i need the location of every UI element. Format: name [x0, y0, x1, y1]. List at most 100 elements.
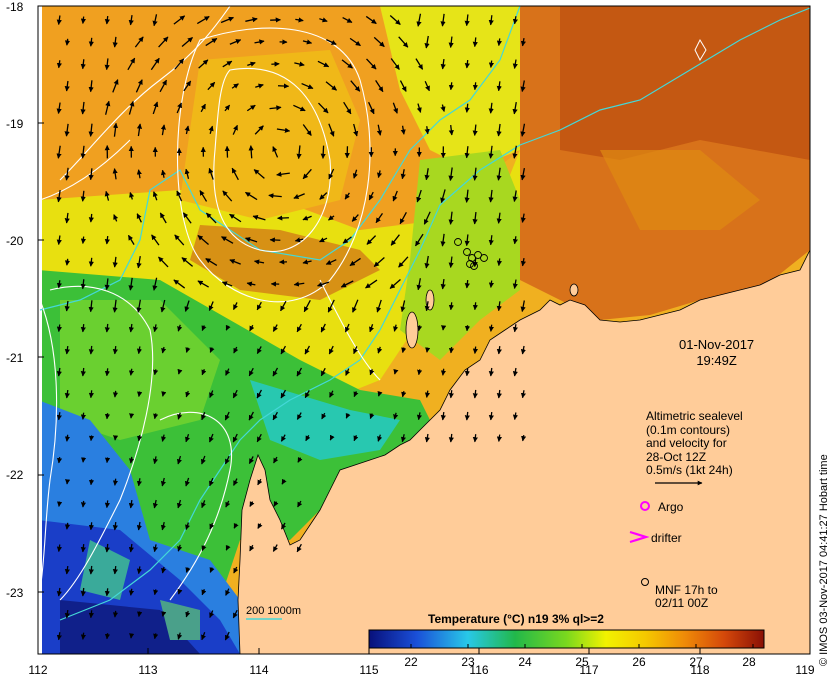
- velocity-arrow: [88, 610, 94, 619]
- velocity-arrow: [472, 346, 478, 354]
- velocity-arrow: [80, 587, 86, 597]
- velocity-arrow: [464, 59, 470, 69]
- lat-tick: -20: [6, 234, 24, 248]
- velocity-arrow: [64, 522, 71, 530]
- velocity-arrow: [113, 435, 119, 441]
- velocity-arrow: [472, 434, 478, 443]
- datestamp-date: 01-Nov-2017: [679, 337, 755, 352]
- velocity-arrow: [472, 302, 478, 311]
- velocity-arrow: [496, 434, 503, 442]
- drifter-label: drifter: [651, 531, 682, 545]
- velocity-arrow: [80, 632, 87, 640]
- colorbar-tick-label: 22: [404, 655, 418, 669]
- velocity-arrow: [488, 60, 495, 68]
- velocity-arrow: [104, 588, 110, 597]
- velocity-arrow: [425, 347, 431, 353]
- lon-tick: 115: [359, 663, 379, 677]
- velocity-arrow: [88, 522, 94, 531]
- velocity-arrow: [137, 611, 143, 618]
- velocity-arrow: [448, 302, 454, 311]
- colorbar-tick-label: 28: [742, 655, 756, 669]
- legend-line: (0.1m contours): [646, 422, 731, 437]
- sst-field: [38, 6, 810, 654]
- velocity-arrow: [277, 83, 290, 89]
- velocity-arrow: [104, 413, 111, 420]
- velocity-arrow: [448, 347, 455, 354]
- velocity-arrow: [88, 479, 95, 486]
- mnf-label: MNF 17h to 02/11 00Z: [655, 584, 718, 610]
- lat-tick: -21: [6, 351, 24, 365]
- bathymetry-label: 200 1000m: [246, 605, 302, 617]
- lat-tick: -22: [6, 468, 24, 482]
- velocity-arrow: [104, 368, 110, 377]
- velocity-arrow: [448, 82, 454, 91]
- altimetry-legend: Altimetric sealevel (0.1m contours) and …: [646, 409, 743, 478]
- velocity-arrow: [248, 145, 254, 159]
- velocity-arrow: [440, 368, 447, 376]
- velocity-arrow: [80, 412, 87, 420]
- velocity-arrow: [137, 391, 143, 398]
- legend-title: Altimetric sealevel: [646, 409, 743, 423]
- velocity-arrow: [80, 457, 87, 463]
- datestamp-time: 19:49Z: [696, 353, 737, 368]
- velocity-arrow: [64, 434, 71, 442]
- datestamp: 01-Nov-2017 19:49Z: [679, 337, 754, 369]
- velocity-arrow: [65, 479, 71, 485]
- lon-tick: 119: [795, 663, 815, 677]
- colorbar-title: Temperature (°C) n19 3% ql>=2: [428, 612, 604, 626]
- velocity-arrow: [88, 213, 94, 223]
- colorbar-tick-label: 25: [575, 655, 589, 669]
- velocity-arrow: [488, 280, 495, 288]
- velocity-arrow: [269, 237, 281, 243]
- velocity-arrow: [464, 279, 470, 289]
- lon-tick: 114: [249, 663, 269, 677]
- velocity-arrow: [88, 37, 94, 47]
- velocity-arrow: [112, 610, 119, 618]
- velocity-arrow: [80, 16, 86, 24]
- velocity-arrow: [441, 325, 447, 331]
- velocity-arrow: [80, 324, 86, 333]
- velocity-arrow: [104, 500, 110, 509]
- velocity-arrow: [129, 413, 135, 419]
- velocity-arrow: [80, 544, 86, 553]
- velocity-arrow: [56, 457, 63, 464]
- velocity-arrow: [64, 38, 71, 46]
- colorbar-tick-label: 26: [632, 655, 646, 669]
- colorbar-tick-label: 23: [461, 655, 475, 669]
- velocity-arrow: [104, 633, 111, 640]
- legend-line: 0.5m/s (1kt 24h): [646, 463, 733, 478]
- colorbar: [368, 629, 765, 649]
- credit-text: © IMOS 03-Nov-2017 04:41:27 Hobart time: [818, 454, 830, 666]
- velocity-arrow: [104, 457, 111, 464]
- velocity-arrow: [80, 500, 87, 508]
- velocity-arrow: [104, 16, 110, 25]
- velocity-arrow: [320, 145, 326, 159]
- velocity-arrow: [88, 435, 95, 442]
- velocity-arrow: [88, 565, 94, 575]
- velocity-arrow: [80, 236, 86, 244]
- velocity-arrow: [464, 411, 470, 421]
- velocity-arrow: [88, 257, 94, 267]
- colorbar-tick-label: 24: [518, 655, 532, 669]
- velocity-arrow: [57, 501, 63, 507]
- velocity-arrow: [104, 235, 110, 245]
- lon-tick: 112: [28, 663, 48, 677]
- velocity-arrow: [472, 389, 478, 399]
- lon-tick: 113: [138, 663, 158, 677]
- mnf-label-line: 02/11 00Z: [655, 596, 709, 610]
- velocity-arrow: [129, 633, 135, 639]
- legend-line: and velocity for: [646, 436, 727, 451]
- colorbar-tick-label: 27: [689, 655, 703, 669]
- velocity-arrow: [88, 345, 94, 355]
- velocity-arrow: [464, 368, 470, 377]
- lat-tick: -23: [6, 586, 24, 600]
- velocity-arrow: [80, 367, 86, 377]
- legend-line: 28-Oct 12Z: [646, 449, 707, 464]
- velocity-arrow: [112, 390, 119, 398]
- velocity-arrow: [64, 258, 71, 266]
- velocity-arrow: [464, 325, 471, 332]
- argo-label: Argo: [658, 500, 684, 514]
- velocity-arrow: [88, 390, 94, 399]
- velocity-arrow: [488, 324, 495, 332]
- velocity-arrow: [472, 82, 478, 91]
